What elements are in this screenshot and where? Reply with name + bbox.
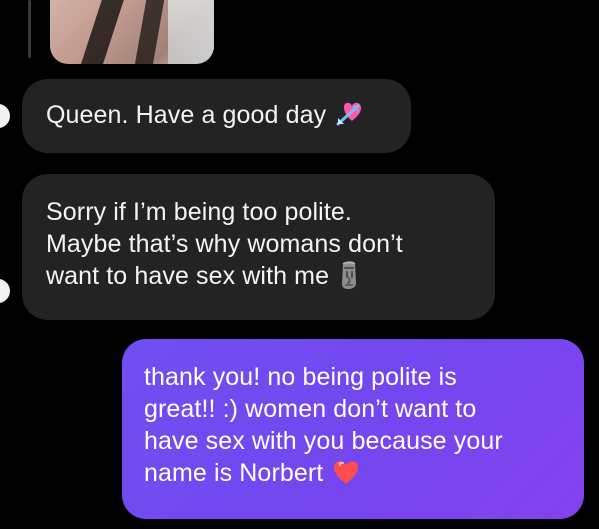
message-line: Queen. Have a good day: [46, 99, 389, 131]
photo-background-highlight: [168, 0, 214, 64]
message-text: name is Norbert: [144, 459, 324, 487]
message-line: thank you! no being polite is: [144, 363, 457, 391]
message-line: Sorry if I’m being too polite.: [46, 198, 352, 226]
reply-thread-line: [28, 0, 31, 58]
message-line: name is Norbert: [144, 457, 564, 489]
photo-strap-shadow: [134, 0, 168, 64]
moai-icon: [337, 260, 361, 290]
profile-avatar-fragment[interactable]: [0, 104, 10, 128]
message-line: want to have sex with me: [46, 260, 475, 292]
message-line: have sex with you because your: [144, 427, 503, 455]
message-text: Queen. Have a good day: [46, 101, 327, 129]
message-bubble[interactable]: Sorry if I’m being too polite. Maybe tha…: [22, 174, 495, 320]
profile-avatar-fragment[interactable]: [0, 279, 10, 303]
message-line: great!! :) women don’t want to: [144, 395, 477, 423]
red-heart-icon: [331, 458, 361, 486]
heart-with-arrow-icon: [334, 100, 364, 128]
message-line: Maybe that’s why womans don’t: [46, 230, 403, 258]
message-bubble[interactable]: thank you! no being polite is great!! :)…: [122, 339, 584, 519]
chat-conversation: Queen. Have a good day Sorry if I’m bein…: [0, 0, 599, 529]
photo-strap-shadow: [81, 0, 129, 64]
message-bubble[interactable]: Queen. Have a good day: [22, 79, 411, 153]
message-text: want to have sex with me: [46, 262, 330, 290]
shared-photo[interactable]: [50, 0, 214, 64]
